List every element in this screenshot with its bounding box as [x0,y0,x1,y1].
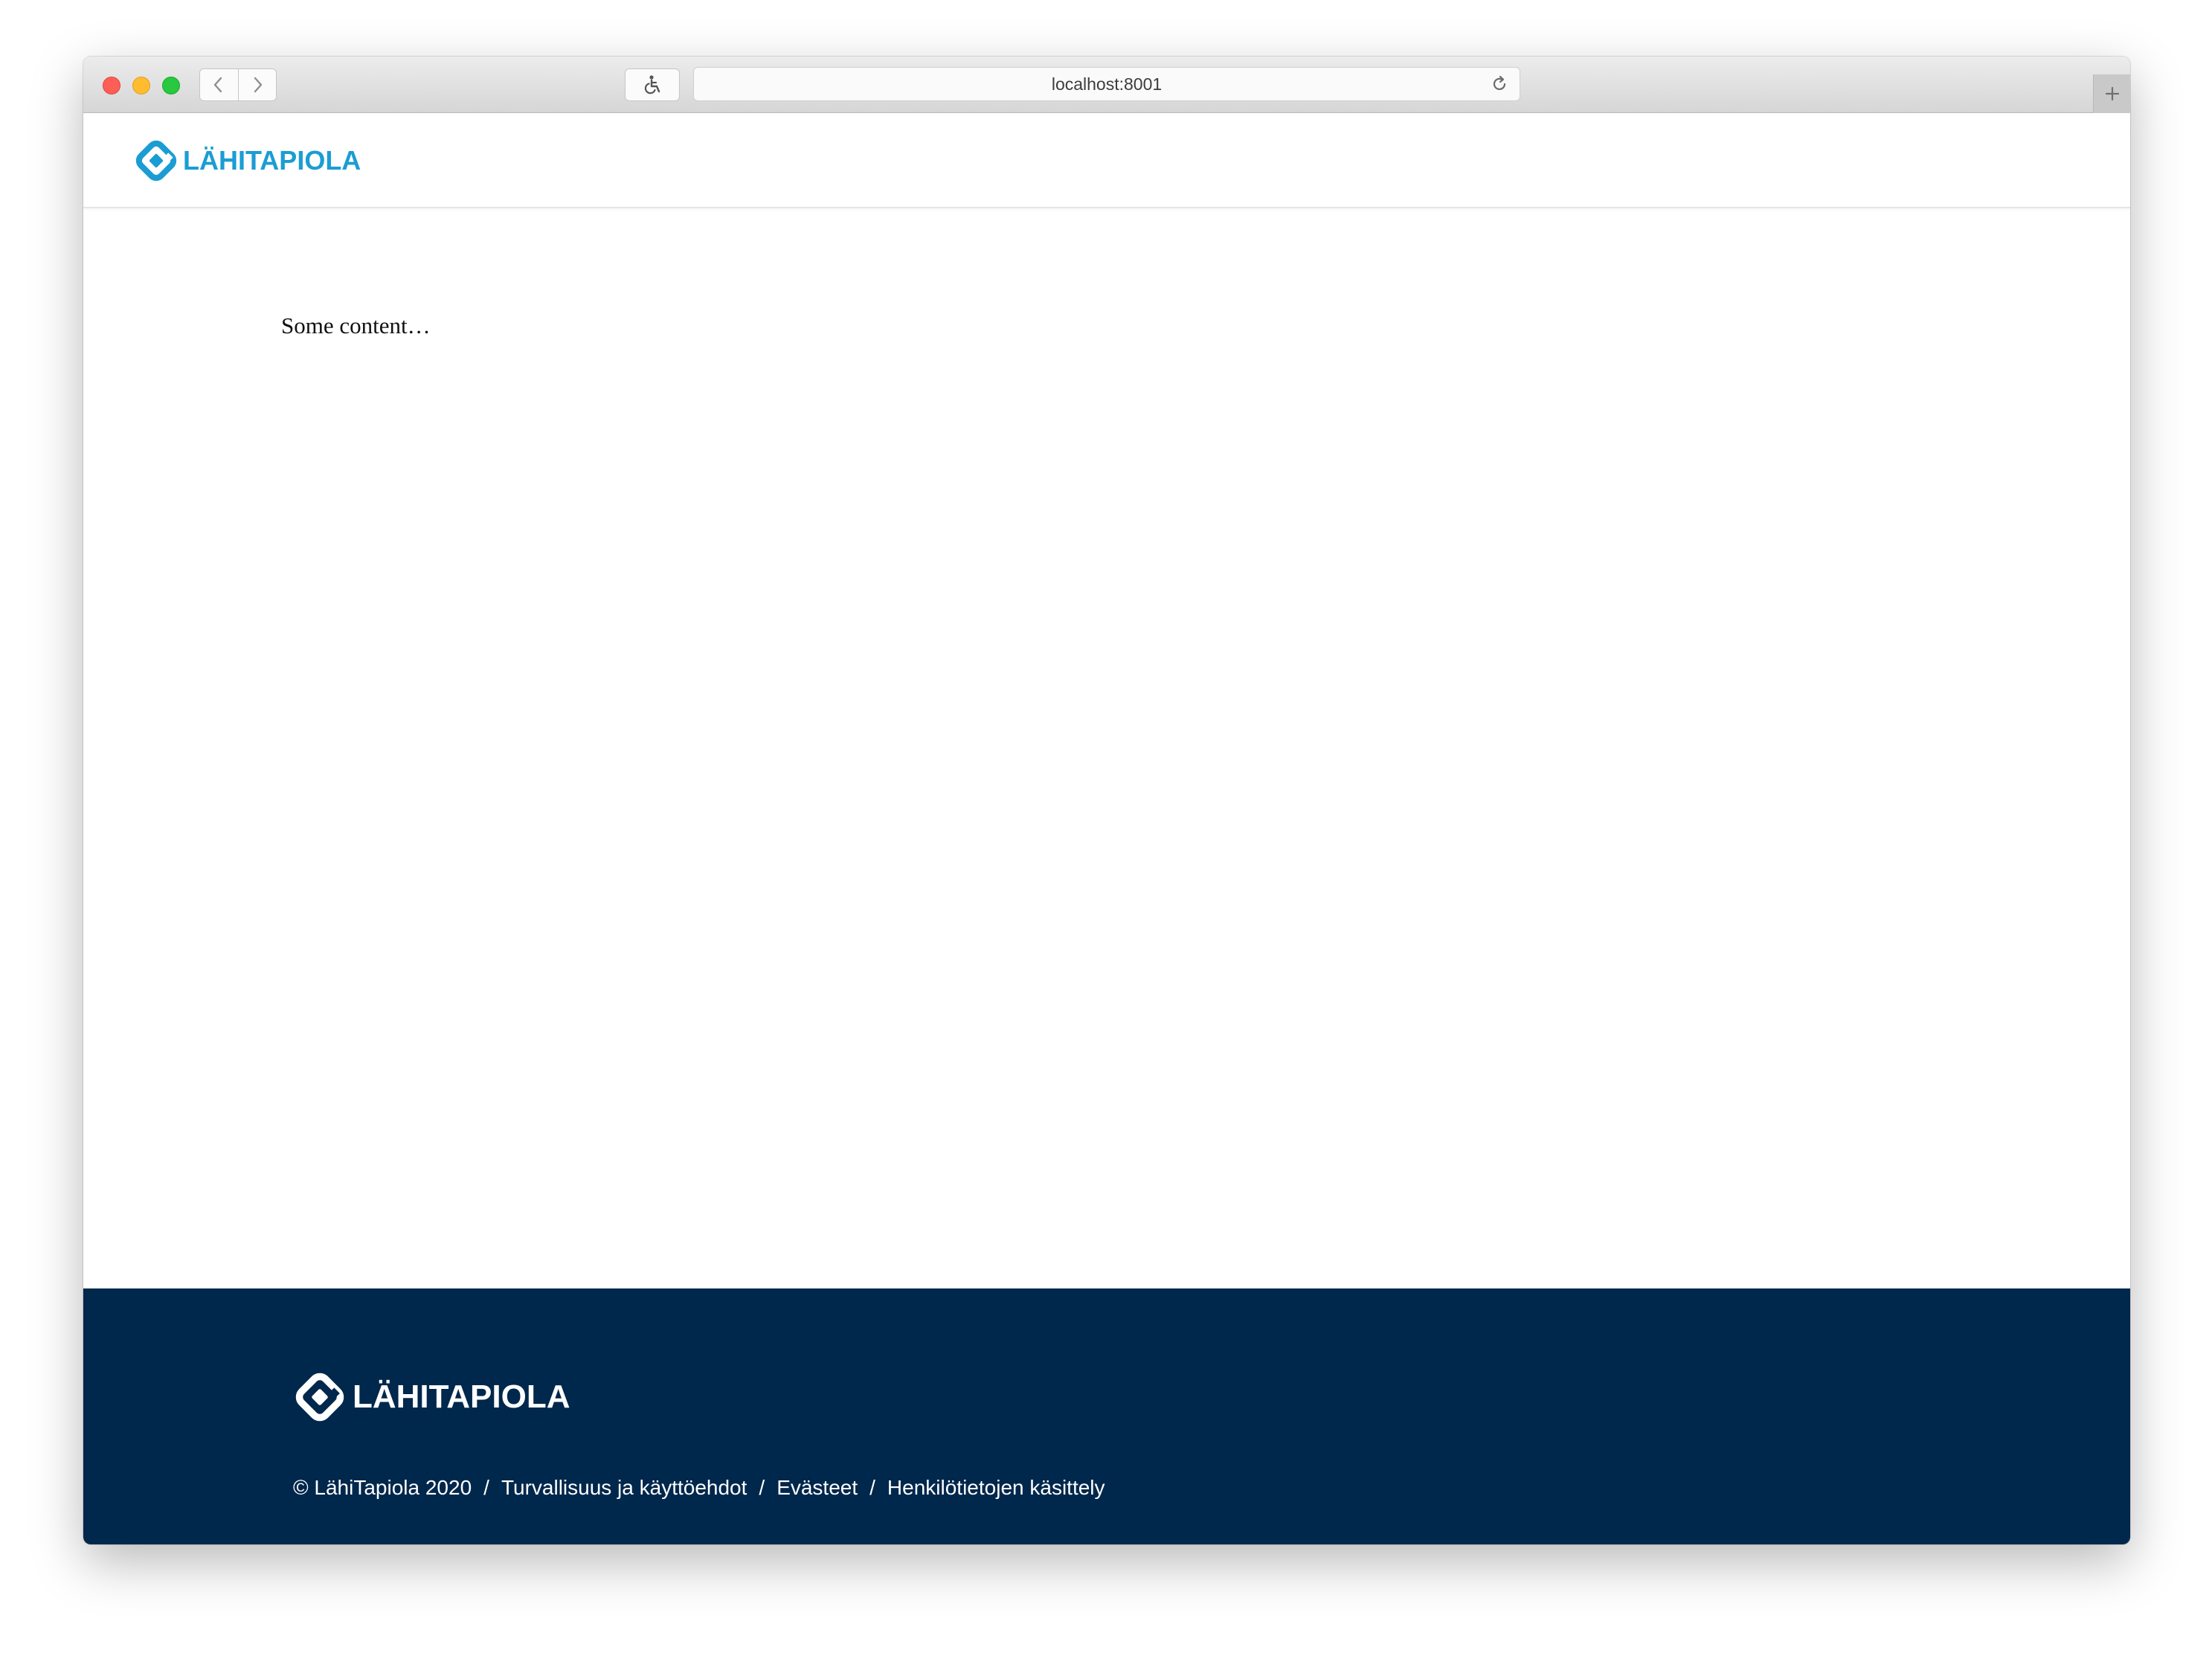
url-text: localhost:8001 [1051,74,1163,94]
copyright-text: © LähiTapiola 2020 [293,1476,472,1499]
header-logo[interactable]: LÄHITAPIOLA [132,137,361,184]
footer-logo[interactable]: LÄHITAPIOLA [292,1369,570,1425]
header-logo-text: LÄHITAPIOLA [183,145,361,176]
forward-button[interactable] [237,69,277,100]
footer-separator: / [483,1476,489,1499]
terms-link[interactable]: Turvallisuus ja käyttöehdot [501,1476,747,1500]
main-content-text: Some content… [281,312,431,338]
back-button[interactable] [200,69,238,100]
new-tab-button[interactable] [2093,74,2130,113]
web-page: LÄHITAPIOLA Some content… LÄHITAPIOLA © … [83,113,2130,1544]
plus-icon [2105,86,2119,101]
footer-logo-text: LÄHITAPIOLA [353,1378,570,1415]
reload-icon[interactable] [1490,74,1509,94]
browser-window: localhost:8001 LÄHITAPIOLA Some content…… [83,57,2130,1544]
accessibility-button[interactable] [625,68,680,101]
privacy-link[interactable]: Henkilötietojen käsittely [887,1476,1105,1500]
site-footer: LÄHITAPIOLA © LähiTapiola 2020 / Turvall… [83,1288,2130,1544]
footer-separator: / [869,1476,875,1499]
window-close-button[interactable] [103,77,120,94]
address-bar[interactable]: localhost:8001 [693,67,1520,101]
wheelchair-icon [644,75,660,94]
site-header: LÄHITAPIOLA [83,113,2130,208]
chevron-left-icon [214,77,222,93]
history-nav [199,68,277,101]
lahitapiola-logo-icon [135,140,177,182]
window-maximize-button[interactable] [162,77,180,94]
browser-toolbar: localhost:8001 [83,57,2130,113]
footer-links: © LähiTapiola 2020 / Turvallisuus ja käy… [293,1476,1105,1500]
cookies-link[interactable]: Evästeet [777,1476,858,1500]
lahitapiola-logo-icon [295,1373,344,1422]
footer-separator: / [759,1476,765,1499]
screen: localhost:8001 LÄHITAPIOLA Some content…… [0,0,2212,1653]
chevron-right-icon [254,77,262,93]
window-minimize-button[interactable] [132,77,150,94]
